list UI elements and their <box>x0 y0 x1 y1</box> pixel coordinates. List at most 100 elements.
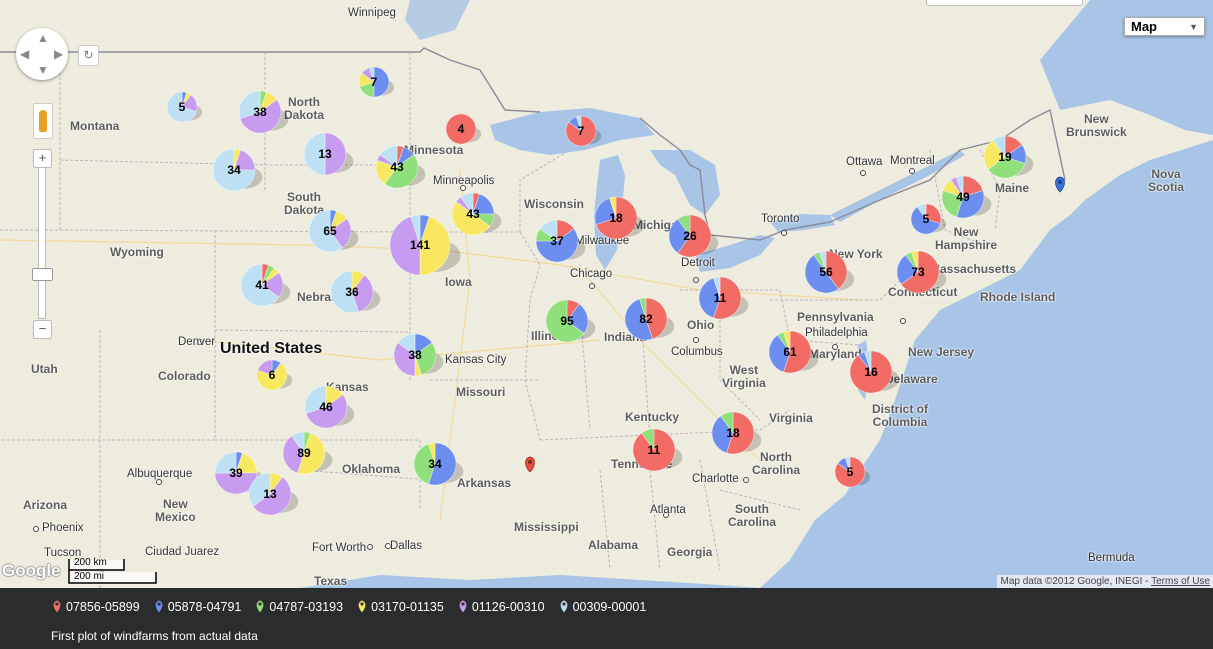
google-logo[interactable]: Google <box>2 561 61 581</box>
cluster-count: 46 <box>319 400 333 414</box>
cluster-count: 38 <box>253 105 267 119</box>
zoom-slider-rail[interactable] <box>38 167 46 319</box>
legend-item: 01126-00310 <box>458 599 545 614</box>
cluster-count: 5 <box>179 100 186 114</box>
cluster-count: 36 <box>345 285 359 299</box>
cluster-pie[interactable]: 16 <box>849 350 900 394</box>
cluster-count: 6 <box>269 368 276 382</box>
legend-bar: 07856-05899 05878-04791 04787-03193 03170-0… <box>0 588 1213 649</box>
attribution-text: Map data ©2012 Google, INEGI - <box>1000 576 1152 587</box>
cluster-pie[interactable]: 36 <box>330 270 381 314</box>
cluster-pie[interactable]: 18 <box>711 411 762 455</box>
cluster-count: 43 <box>466 207 480 221</box>
cluster-pie[interactable]: 5 <box>910 203 947 235</box>
legend-marker-icon <box>154 599 163 614</box>
cluster-pie[interactable]: 13 <box>303 132 354 176</box>
cluster-count: 38 <box>408 348 422 362</box>
legend-item: 03170-01135 <box>357 599 444 614</box>
cluster-pie[interactable]: 141 <box>389 214 461 276</box>
map-type-dropdown[interactable]: Map ▼ <box>1124 17 1205 36</box>
cluster-pie[interactable]: 38 <box>393 333 444 377</box>
map-type-label: Map <box>1131 19 1157 34</box>
rotate-icon[interactable]: ↻ <box>78 45 99 66</box>
cluster-count: 39 <box>229 466 243 480</box>
cluster-count: 56 <box>819 265 833 279</box>
cluster-pie[interactable]: 11 <box>698 276 749 320</box>
legend-marker-icon <box>52 599 62 614</box>
cluster-pie[interactable]: 11 <box>632 428 683 472</box>
zoom-out-button[interactable]: − <box>33 320 52 339</box>
cluster-pie[interactable]: 5 <box>834 456 871 488</box>
cluster-count: 141 <box>410 238 430 252</box>
scale-km: 200 km <box>74 557 107 568</box>
cluster-pie[interactable]: 13 <box>248 472 299 516</box>
pan-left-icon[interactable]: ◀ <box>20 48 29 60</box>
cluster-count: 4 <box>458 122 465 136</box>
cluster-count: 7 <box>371 75 378 89</box>
cluster-count: 73 <box>911 265 925 279</box>
cluster-count: 43 <box>390 160 404 174</box>
cluster-count: 16 <box>864 365 878 379</box>
cluster-pie[interactable]: 18 <box>594 196 645 240</box>
cluster-count: 41 <box>255 278 269 292</box>
legend-label: 00309-00001 <box>572 599 647 614</box>
legend-marker-icon <box>256 599 265 614</box>
cluster-pie[interactable]: 46 <box>304 385 355 429</box>
legend-item: 07856-05899 <box>52 599 140 614</box>
legend-label: 01126-00310 <box>471 599 545 614</box>
zoom-in-button[interactable]: + <box>33 149 52 168</box>
legend-marker-icon <box>559 599 568 614</box>
cluster-count: 5 <box>847 465 854 479</box>
legend-label: 07856-05899 <box>66 599 140 614</box>
cluster-pie[interactable]: 26 <box>668 214 719 258</box>
cluster-pie[interactable]: 82 <box>624 297 675 341</box>
scale-bar: 200 km 200 mi <box>68 557 158 585</box>
cluster-count: 89 <box>297 446 311 460</box>
cluster-pie[interactable]: 89 <box>282 431 333 475</box>
cluster-pie[interactable]: 43 <box>451 192 502 236</box>
legend-item: 05878-04791 <box>154 599 241 614</box>
legend-label: 04787-03193 <box>269 599 344 614</box>
cluster-pie[interactable]: 37 <box>535 219 586 263</box>
pegman-icon[interactable] <box>33 103 53 139</box>
cluster-pie[interactable]: 4 <box>445 113 482 145</box>
cluster-pie[interactable]: 38 <box>238 90 289 134</box>
zoom-slider-thumb[interactable] <box>32 268 53 281</box>
cluster-count: 13 <box>263 487 277 501</box>
cluster-pie[interactable]: 7 <box>565 115 602 147</box>
cluster-count: 95 <box>560 314 574 328</box>
pan-right-icon[interactable]: ▶ <box>54 48 63 60</box>
terms-of-use-link[interactable]: Terms of Use <box>1151 576 1210 587</box>
search-box-edge[interactable] <box>926 0 1083 6</box>
cluster-count: 5 <box>923 212 930 226</box>
cluster-pie[interactable]: 6 <box>256 359 293 391</box>
cluster-pie[interactable]: 19 <box>983 135 1034 179</box>
cluster-pie[interactable]: 95 <box>545 299 596 343</box>
legend-label: 03170-01135 <box>371 599 444 614</box>
cluster-count: 34 <box>428 457 442 471</box>
pan-control[interactable]: ▲ ▼ ◀ ▶ <box>16 28 68 80</box>
cluster-pie[interactable]: 34 <box>413 442 464 486</box>
cluster-count: 65 <box>323 224 337 238</box>
cluster-pie[interactable]: 34 <box>212 148 263 192</box>
cluster-count: 61 <box>783 345 797 359</box>
cluster-pie[interactable]: 49 <box>941 175 992 219</box>
cluster-pie[interactable]: 61 <box>768 330 819 374</box>
cluster-pie[interactable]: 56 <box>804 250 855 294</box>
cluster-count: 26 <box>683 229 697 243</box>
cluster-pie[interactable]: 41 <box>240 263 291 307</box>
scale-mi: 200 mi <box>74 571 105 582</box>
pan-down-icon[interactable]: ▼ <box>37 64 49 76</box>
cluster-pie[interactable]: 73 <box>896 250 947 294</box>
pan-up-icon[interactable]: ▲ <box>37 32 49 44</box>
cluster-pie[interactable]: 5 <box>166 91 203 123</box>
cluster-pie[interactable]: 43 <box>375 145 426 189</box>
cluster-count: 11 <box>714 291 727 305</box>
cluster-pie[interactable]: 65 <box>308 209 359 253</box>
attribution: Map data ©2012 Google, INEGI - Terms of … <box>997 575 1213 588</box>
legend: 07856-05899 05878-04791 04787-03193 03170-0… <box>52 599 646 614</box>
chevron-down-icon: ▼ <box>1189 22 1198 32</box>
map-canvas[interactable]: Winnipeg Montana North Dakota Minnesota Minne… <box>0 0 1213 588</box>
cluster-pie[interactable]: 7 <box>358 66 395 98</box>
cluster-count: 18 <box>726 426 740 440</box>
